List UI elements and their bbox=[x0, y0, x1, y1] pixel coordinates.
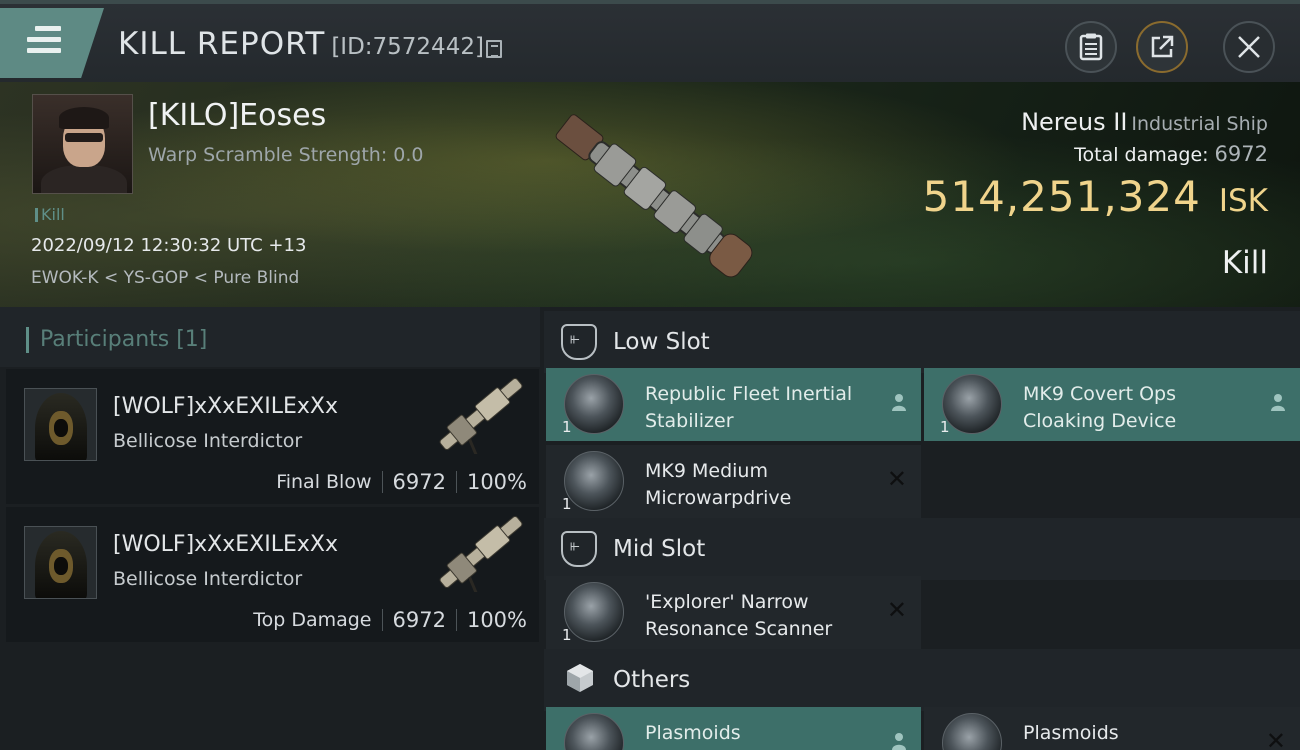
low-slot-header: Low Slot bbox=[544, 311, 1300, 373]
participant-stats: Final Blow 6972 100% bbox=[276, 470, 527, 494]
participant-ship-image bbox=[439, 515, 523, 592]
participant-avatar[interactable] bbox=[24, 388, 97, 461]
participant-row[interactable]: [WOLF]xXxEXILExXx Bellicose Interdictor … bbox=[6, 369, 539, 504]
microwarpdrive-icon bbox=[564, 451, 624, 511]
item-name: Plasmoids bbox=[1023, 722, 1119, 744]
kill-location[interactable]: EWOK-K < YS-GOP < Pure Blind bbox=[31, 268, 299, 288]
clipboard-button[interactable] bbox=[1065, 21, 1117, 73]
dropped-person-icon bbox=[891, 732, 907, 750]
kill-result: Kill bbox=[1221, 245, 1268, 281]
report-id: [ID:7572442] bbox=[331, 34, 484, 60]
item-name: 'Explorer' Narrow Resonance Scanner bbox=[645, 591, 833, 640]
low-slot-title: Low Slot bbox=[613, 329, 710, 355]
ship-info: Nereus II Industrial Ship bbox=[1021, 108, 1268, 136]
participant-ship: Bellicose Interdictor bbox=[113, 430, 303, 452]
total-damage: Total damage: 6972 bbox=[1074, 142, 1268, 166]
plasmoids-icon bbox=[564, 713, 624, 750]
participant-damage: 6972 bbox=[392, 608, 446, 632]
destroyed-x-icon: ✕ bbox=[886, 465, 907, 493]
close-button[interactable] bbox=[1223, 21, 1275, 73]
page-title-text: KILL REPORT bbox=[118, 26, 326, 62]
participant-name: [WOLF]xXxEXILExXx bbox=[113, 532, 338, 557]
title-bar: KILL REPORT [ID:7572442] bbox=[0, 0, 1300, 82]
victim-name[interactable]: [KILO]Eoses bbox=[148, 98, 326, 133]
ship-class: Industrial Ship bbox=[1131, 113, 1268, 135]
participant-ship-image bbox=[439, 377, 523, 454]
isk-amount: 514,251,324 bbox=[922, 172, 1201, 221]
destroyed-x-icon: ✕ bbox=[1265, 727, 1286, 750]
dropped-person-icon bbox=[1270, 393, 1286, 416]
fitted-item[interactable]: 1 'Explorer' Narrow Resonance Scanner ✕ bbox=[546, 576, 921, 649]
participants-header: Participants [1] bbox=[0, 307, 540, 367]
participant-name: [WOLF]xXxEXILExXx bbox=[113, 394, 338, 419]
item-name: MK9 Medium Microwarpdrive bbox=[645, 460, 792, 509]
mid-slot-icon bbox=[561, 531, 597, 567]
copy-id-icon[interactable] bbox=[486, 40, 502, 58]
cargo-item[interactable]: Plasmoids ✕ bbox=[924, 707, 1300, 750]
fitted-item[interactable]: 1 Republic Fleet Inertial Stabilizer bbox=[546, 368, 921, 441]
participant-stats: Top Damage 6972 100% bbox=[253, 608, 527, 632]
menu-button[interactable] bbox=[0, 8, 104, 78]
close-icon bbox=[1238, 36, 1260, 58]
low-slot-icon bbox=[561, 324, 597, 360]
share-button[interactable] bbox=[1136, 21, 1188, 73]
destroyed-x-icon: ✕ bbox=[886, 596, 907, 624]
participant-ship: Bellicose Interdictor bbox=[113, 568, 303, 590]
cube-icon bbox=[567, 664, 593, 692]
item-quantity: 1 bbox=[562, 418, 572, 436]
mid-slot-title: Mid Slot bbox=[613, 536, 706, 562]
victim-portrait[interactable] bbox=[32, 94, 133, 194]
item-name: Republic Fleet Inertial Stabilizer bbox=[645, 383, 853, 432]
fitted-item[interactable]: 1 MK9 Medium Microwarpdrive ✕ bbox=[546, 445, 921, 518]
mid-slot-header: Mid Slot bbox=[544, 518, 1300, 580]
victim-ship-image[interactable] bbox=[530, 95, 780, 295]
item-quantity: 1 bbox=[562, 495, 572, 513]
others-title: Others bbox=[613, 667, 691, 693]
page-title: KILL REPORT [ID:7572442] bbox=[118, 26, 484, 62]
participant-row[interactable]: [WOLF]xXxEXILExXx Bellicose Interdictor … bbox=[6, 507, 539, 642]
isk-value: 514,251,324 ISK bbox=[923, 172, 1268, 221]
total-damage-label: Total damage: bbox=[1074, 144, 1209, 166]
ship-name[interactable]: Nereus II bbox=[1021, 108, 1127, 136]
inertial-stabilizer-icon bbox=[564, 374, 624, 434]
isk-unit: ISK bbox=[1218, 183, 1268, 219]
menu-icon bbox=[27, 26, 61, 59]
participant-avatar[interactable] bbox=[24, 526, 97, 599]
item-quantity: 1 bbox=[562, 626, 572, 644]
share-icon bbox=[1151, 35, 1174, 58]
cargo-item[interactable]: Plasmoids bbox=[546, 707, 921, 750]
participant-percent: 100% bbox=[466, 470, 527, 494]
fitting-panel: Low Slot 1 Republic Fleet Inertial Stabi… bbox=[540, 307, 1300, 750]
participants-title: Participants [1] bbox=[40, 327, 208, 352]
participant-damage: 6972 bbox=[392, 470, 446, 494]
participants-panel: Participants [1] [WOLF]xXxEXILExXx Belli… bbox=[0, 307, 540, 750]
cloaking-device-icon bbox=[942, 374, 1002, 434]
others-header: Others bbox=[544, 649, 1300, 711]
fitted-item[interactable]: 1 MK9 Covert Ops Cloaking Device bbox=[924, 368, 1300, 441]
kill-datetime: 2022/09/12 12:30:32 UTC +13 bbox=[31, 235, 307, 256]
item-name: Plasmoids bbox=[645, 722, 741, 744]
item-quantity: 1 bbox=[940, 418, 950, 436]
participant-percent: 100% bbox=[466, 608, 527, 632]
kill-tag: Kill bbox=[35, 205, 65, 224]
clipboard-icon bbox=[1079, 33, 1103, 61]
participant-role: Top Damage bbox=[253, 609, 372, 631]
plasmoids-icon bbox=[942, 713, 1002, 750]
total-damage-value: 6972 bbox=[1214, 142, 1268, 166]
resonance-scanner-icon bbox=[564, 582, 624, 642]
participant-role: Final Blow bbox=[276, 471, 372, 493]
warp-scramble-strength: Warp Scramble Strength: 0.0 bbox=[148, 144, 424, 166]
item-name: MK9 Covert Ops Cloaking Device bbox=[1023, 383, 1177, 432]
dropped-person-icon bbox=[891, 393, 907, 416]
